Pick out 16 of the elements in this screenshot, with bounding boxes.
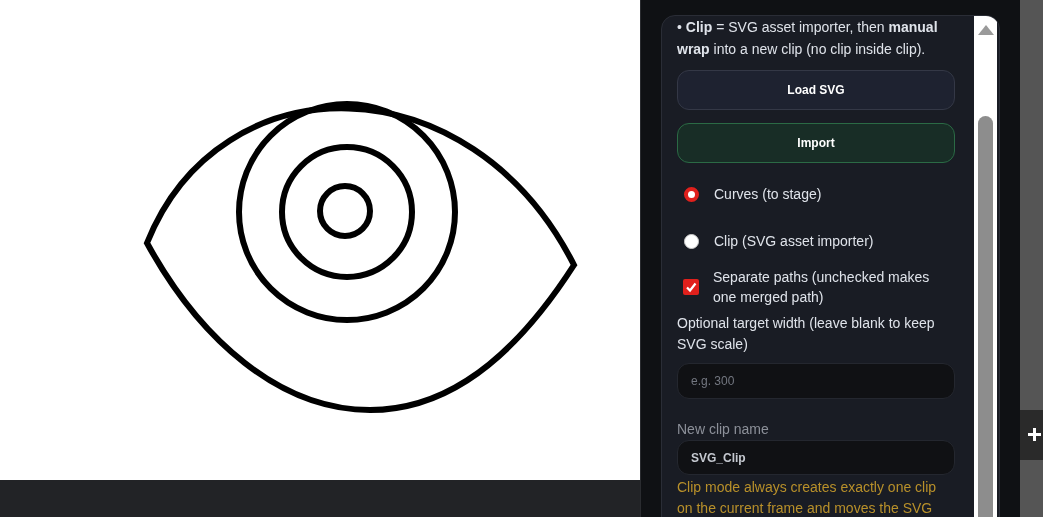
option-label: Curves (to stage) (714, 185, 822, 204)
warning-note: Clip mode always creates exactly one clip on the current frame and moves the SVG (677, 478, 938, 517)
scrollbar-thumb[interactable] (978, 116, 993, 517)
option-label: Separate paths (unchecked makes one merged path) (713, 268, 931, 307)
button[interactable]: Import (677, 123, 955, 163)
intro-text: • Clip = SVG asset importer, then manual wrap into a new clip (no clip inside clip). (677, 18, 939, 59)
scroll-up-arrow-icon[interactable] (977, 25, 994, 35)
input-field[interactable]: SVG_Clip (677, 440, 955, 475)
input-field[interactable]: e.g. 300 (677, 363, 955, 399)
field-label: New clip name (677, 420, 770, 439)
button[interactable]: Load SVG (677, 70, 955, 110)
checkbox[interactable] (683, 279, 699, 295)
option-label: Clip (SVG asset importer) (714, 232, 874, 251)
radio-button[interactable] (684, 187, 699, 202)
field-label: Optional target width (leave blank to keep SVG scale) (677, 314, 936, 354)
plus-icon[interactable] (1028, 428, 1041, 441)
